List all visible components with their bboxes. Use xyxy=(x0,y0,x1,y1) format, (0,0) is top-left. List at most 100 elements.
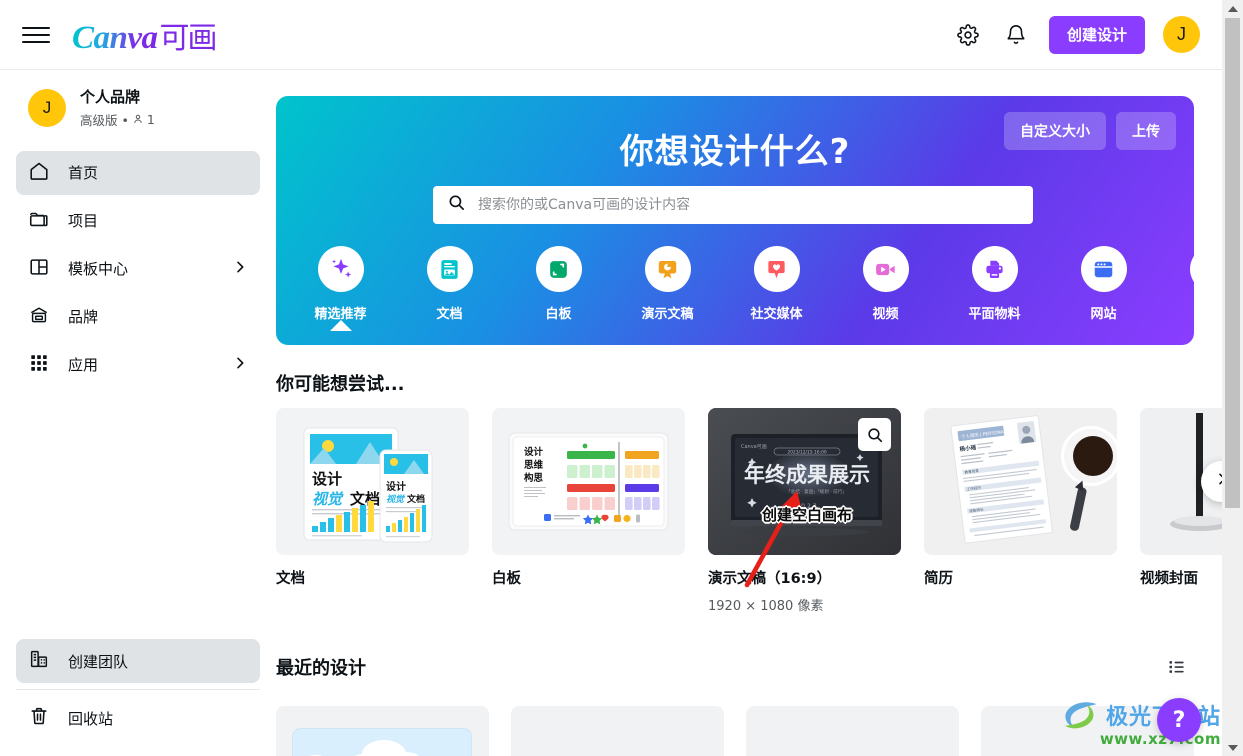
sidebar-bottom: 创建团队 回收站 xyxy=(16,639,260,740)
canva-logo[interactable]: Canva 可画 xyxy=(72,13,218,57)
hero-category-label: 演示文稿 xyxy=(641,307,694,322)
svg-text:— 2023 —: — 2023 — xyxy=(783,503,830,510)
browser-window-icon xyxy=(1080,246,1127,292)
sidebar-profile[interactable]: J 个人品牌 高级版 • 1 xyxy=(16,70,260,143)
svg-text:思维: 思维 xyxy=(524,459,544,471)
hero-category-website[interactable]: 网站 xyxy=(1049,246,1158,322)
card-zoom-icon[interactable] xyxy=(858,418,891,451)
try-section-title: 你可能想尝试... xyxy=(276,374,405,395)
chevron-right-icon xyxy=(232,259,248,279)
hero-category-label: 白板 xyxy=(545,307,572,322)
hero-category-label: 社交媒体 xyxy=(750,307,803,322)
scrollbar-thumb[interactable] xyxy=(1225,18,1240,508)
card-thumbnail: 设计 视觉 文档 设计 视觉 文档 xyxy=(276,408,469,555)
hero-actions: 自定义大小 上传 xyxy=(1004,112,1176,150)
svg-text:「规划 · 前行」: 「规划 · 前行」 xyxy=(815,488,847,495)
search-icon xyxy=(447,193,466,217)
profile-subtitle: 高级版 • 1 xyxy=(80,110,155,129)
sidebar-item-brand[interactable]: 品牌 xyxy=(16,295,260,339)
bell-icon[interactable] xyxy=(1001,20,1031,50)
hero-category-video[interactable]: 视频 xyxy=(831,246,940,322)
chevron-right-icon xyxy=(232,355,248,375)
hamburger-menu-icon[interactable] xyxy=(22,21,50,49)
sidebar-item-trash[interactable]: 回收站 xyxy=(16,696,260,740)
hero-category-row: 精选推荐 文档 白板 演示文稿 社交媒体 视频 平面物料 网站 xyxy=(276,240,1194,345)
svg-text:「总结 · 复盘」: 「总结 · 复盘」 xyxy=(786,488,818,495)
card-thumbnail: 个人简历 | PERSONAL 杨小瑶 教育背景 工作经历 技能特长 xyxy=(924,408,1117,555)
trash-icon xyxy=(28,705,50,731)
custom-size-button[interactable]: 自定义大小 xyxy=(1004,112,1106,150)
sidebar-item-label: 品牌 xyxy=(68,308,99,326)
gear-icon[interactable] xyxy=(953,20,983,50)
svg-text:视觉: 视觉 xyxy=(312,490,344,508)
recent-design-card[interactable] xyxy=(746,706,959,756)
svg-text:2023/12/15 16:00: 2023/12/15 16:00 xyxy=(787,449,827,455)
sidebar-item-create-team[interactable]: 创建团队 xyxy=(16,639,260,683)
sidebar-item-label: 模板中心 xyxy=(68,260,129,278)
try-card-presentation[interactable]: Canva可画 2023/12/15 16:00 年终成果展示 「总结 · 复盘… xyxy=(708,408,901,614)
page-scrollbar[interactable] xyxy=(1222,0,1243,756)
sidebar: J 个人品牌 高级版 • 1 首页 项目 模板中心 品牌 应用 创建团队 回收站 xyxy=(0,70,276,756)
hero-category-label: 文档 xyxy=(436,307,463,322)
sidebar-item-label: 项目 xyxy=(68,212,99,230)
hero-category-docs[interactable]: 文档 xyxy=(395,246,504,322)
hero-category-label: 网站 xyxy=(1090,307,1117,322)
svg-text:设计: 设计 xyxy=(312,470,342,488)
sidebar-item-label: 应用 xyxy=(68,356,99,374)
user-avatar[interactable]: J xyxy=(1163,16,1200,53)
person-icon xyxy=(134,114,142,124)
card-thumbnail: 设计 思维 构思 xyxy=(492,408,685,555)
try-card-doc[interactable]: 设计 视觉 文档 设计 视觉 文档 文档 xyxy=(276,408,469,614)
team-building-icon xyxy=(28,648,50,674)
sidebar-item-label: 回收站 xyxy=(68,709,114,728)
card-title: 简历 xyxy=(924,571,953,587)
svg-text:设计: 设计 xyxy=(524,446,544,458)
try-card-video-cover[interactable]: 视频封面 xyxy=(1140,408,1222,614)
svg-text:Canva可画: Canva可画 xyxy=(741,444,767,450)
sidebar-item-home[interactable]: 首页 xyxy=(16,150,260,195)
logo-text: Canva xyxy=(72,19,158,56)
help-button[interactable]: ? xyxy=(1157,698,1201,742)
svg-text:文档: 文档 xyxy=(406,493,425,505)
recent-design-card[interactable] xyxy=(276,706,489,756)
template-icon xyxy=(28,256,50,282)
scroll-up-arrow-icon[interactable] xyxy=(1222,0,1243,17)
hero-category-print[interactable]: 平面物料 xyxy=(940,246,1049,322)
profile-member-count: 1 xyxy=(146,111,155,127)
sidebar-item-label: 首页 xyxy=(68,164,99,182)
card-subtitle: 1920 × 1080 像素 xyxy=(708,599,824,614)
more-dots-icon xyxy=(1189,246,1194,292)
hero-category-whiteboard[interactable]: 白板 xyxy=(504,246,613,322)
canva-home-page: Canva 可画 创建设计 J J 个人品牌 高级版 • 1 首页 项目 模板中… xyxy=(0,0,1243,756)
hero-category-more[interactable]: 更多 xyxy=(1158,246,1194,322)
scroll-down-arrow-icon[interactable] xyxy=(1222,739,1243,756)
profile-plan-label: 高级版 • xyxy=(80,112,129,128)
sidebar-item-apps[interactable]: 应用 xyxy=(16,343,260,387)
sidebar-item-templates[interactable]: 模板中心 xyxy=(16,247,260,291)
svg-text:设计: 设计 xyxy=(386,480,406,493)
heart-bubble-icon xyxy=(753,246,800,292)
search-input[interactable] xyxy=(478,197,1019,213)
whiteboard-icon xyxy=(535,246,582,292)
document-icon xyxy=(426,246,473,292)
list-view-icon[interactable] xyxy=(1160,650,1194,684)
apps-grid-icon xyxy=(28,352,50,378)
hero-category-label: 平面物料 xyxy=(968,307,1021,322)
try-card-whiteboard[interactable]: 设计 思维 构思 白板 xyxy=(492,408,685,614)
hero-category-presentation[interactable]: 演示文稿 xyxy=(613,246,722,322)
sidebar-item-projects[interactable]: 项目 xyxy=(16,199,260,243)
hero-banner: 你想设计什么? 自定义大小 上传 搜索你的或Canva可画的设计内容 精选推荐 … xyxy=(276,96,1194,345)
create-design-button[interactable]: 创建设计 xyxy=(1048,15,1145,54)
top-bar: Canva 可画 创建设计 J xyxy=(0,0,1222,70)
hero-category-label: 视频 xyxy=(872,307,899,322)
try-card-resume[interactable]: 个人简历 | PERSONAL 杨小瑶 教育背景 工作经历 技能特长 简历 xyxy=(924,408,1117,614)
card-title: 白板 xyxy=(492,571,521,587)
sidebar-nav: 首页 项目 模板中心 品牌 应用 xyxy=(16,150,260,387)
svg-text:构思: 构思 xyxy=(524,472,544,484)
upload-button[interactable]: 上传 xyxy=(1116,112,1176,150)
sparkle-icon xyxy=(317,246,364,292)
recent-design-card[interactable] xyxy=(511,706,724,756)
hero-search-bar[interactable] xyxy=(433,186,1033,224)
hero-category-featured[interactable]: 精选推荐 xyxy=(286,246,395,322)
hero-category-social[interactable]: 社交媒体 xyxy=(722,246,831,322)
